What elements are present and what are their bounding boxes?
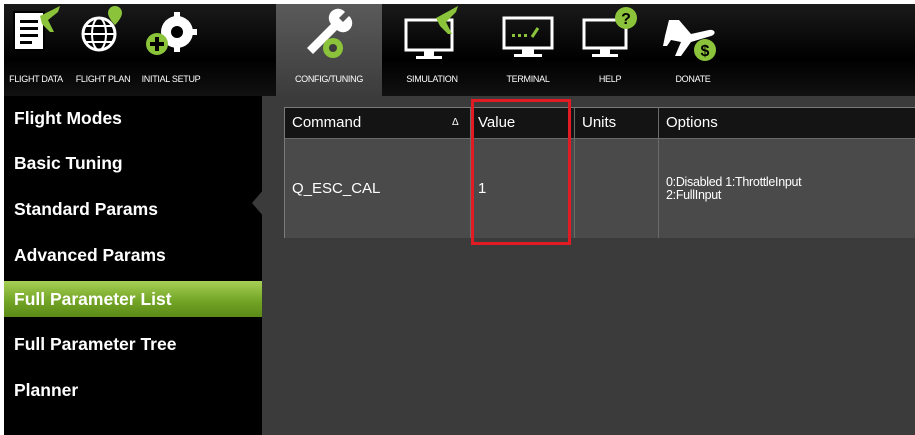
options-text: 0:Disabled 1:ThrottleInput 2:FullInput <box>666 174 802 202</box>
column-header-units[interactable]: Units <box>575 108 659 138</box>
donate-label: DONATE <box>675 74 711 84</box>
sidebar-item-planner[interactable]: Planner <box>4 372 262 408</box>
main-toolbar: FLIGHT DATA FLIGHT PLAN INITIAL SETUP CO… <box>4 4 915 96</box>
help-label: HELP <box>598 74 622 84</box>
table-row-options-cell: 0:Disabled 1:ThrottleInput 2:FullInput <box>659 138 915 238</box>
svg-text:?: ? <box>621 11 631 28</box>
initial-setup-button[interactable]: INITIAL SETUP <box>136 4 206 96</box>
sidebar-item-flight-modes[interactable]: Flight Modes <box>4 100 262 136</box>
flight-plan-button[interactable]: FLIGHT PLAN <box>70 4 136 96</box>
donate-button[interactable]: $ DONATE <box>656 4 730 96</box>
parameter-grid: Command Δ Value Units Options Q_ESC_CAL … <box>284 107 915 238</box>
sidebar-nav: Flight Modes Basic Tuning Standard Param… <box>4 96 262 435</box>
simulation-button[interactable]: SIMULATION <box>386 4 478 96</box>
plane-dollar-icon: $ <box>663 20 716 61</box>
sidebar-item-full-parameter-list[interactable]: Full Parameter List <box>4 281 262 317</box>
help-button[interactable]: ? HELP <box>576 4 644 96</box>
flight-data-label: FLIGHT DATA <box>9 74 63 84</box>
gear-plus-icon <box>146 12 197 55</box>
flight-plan-label: FLIGHT PLAN <box>75 74 131 84</box>
column-header-options[interactable]: Options <box>659 108 915 138</box>
options-line-1: 0:Disabled 1:ThrottleInput <box>666 174 802 189</box>
command-name: Q_ESC_CAL <box>292 180 381 197</box>
sidebar-item-basic-tuning[interactable]: Basic Tuning <box>4 145 262 181</box>
table-row-units-cell <box>575 138 659 238</box>
monitor-plane-icon <box>404 6 458 59</box>
parameter-list-panel: Command Δ Value Units Options Q_ESC_CAL … <box>262 96 915 435</box>
flight-data-button[interactable]: FLIGHT DATA <box>4 4 68 96</box>
config-tuning-label: CONFIG/TUNING <box>294 74 364 84</box>
initial-setup-label: INITIAL SETUP <box>141 74 201 84</box>
options-line-2: 2:FullInput <box>666 187 722 202</box>
column-header-value[interactable]: Value <box>471 108 575 138</box>
sidebar-item-advanced-params[interactable]: Advanced Params <box>4 237 262 273</box>
sort-ascending-icon: Δ <box>452 117 459 128</box>
svg-text:$: $ <box>701 43 710 60</box>
clipboard-plane-icon <box>13 6 60 51</box>
terminal-label: TERMINAL <box>506 74 550 84</box>
wrench-gear-icon <box>307 8 353 58</box>
simulation-label: SIMULATION <box>406 74 458 84</box>
command-header-label: Command <box>292 114 362 131</box>
config-tuning-button[interactable]: CONFIG/TUNING <box>276 4 382 96</box>
monitor-question-icon: ? <box>582 7 637 57</box>
terminal-monitor-icon <box>502 16 554 57</box>
sidebar-item-full-parameter-tree[interactable]: Full Parameter Tree <box>4 326 262 362</box>
terminal-button[interactable]: TERMINAL <box>488 4 568 96</box>
table-row-command-cell[interactable]: Q_ESC_CAL <box>285 138 471 238</box>
column-header-command[interactable]: Command Δ <box>285 108 471 138</box>
value-input[interactable] <box>478 180 538 197</box>
sidebar-item-standard-params[interactable]: Standard Params <box>4 191 262 227</box>
table-row-value-cell[interactable] <box>471 138 575 238</box>
globe-pin-icon <box>81 6 122 52</box>
